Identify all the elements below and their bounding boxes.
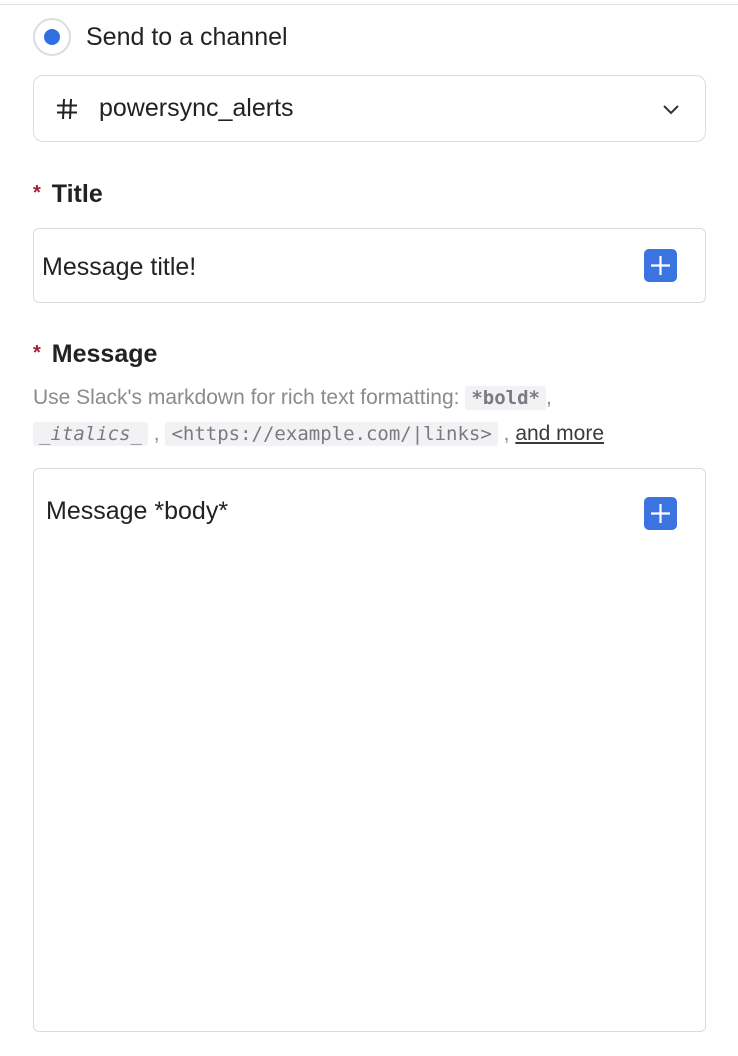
message-label: * Message <box>33 340 157 369</box>
message-label-text: Message <box>51 340 158 368</box>
hash-icon <box>57 98 77 119</box>
help-prefix: Use Slack's markdown for rich text forma… <box>33 386 460 409</box>
message-help-text: Use Slack's markdown for rich text forma… <box>33 380 713 452</box>
title-input[interactable]: Message title! <box>33 228 706 303</box>
send-to-channel-option[interactable]: Send to a channel <box>33 18 288 56</box>
help-separator: , <box>503 422 510 445</box>
title-input-value[interactable]: Message title! <box>42 253 196 282</box>
help-italics-example: _italics_ <box>33 422 148 446</box>
channel-select-value: powersync_alerts <box>99 94 294 122</box>
help-separator: , <box>545 386 552 409</box>
message-body-value[interactable]: Message *body* <box>46 497 228 526</box>
radio-label: Send to a channel <box>86 22 288 51</box>
plus-icon <box>651 504 670 523</box>
radio-selected-dot <box>44 29 60 45</box>
channel-select[interactable]: powersync_alerts <box>33 75 706 142</box>
help-separator: , <box>153 422 160 445</box>
plus-icon <box>651 256 670 275</box>
top-divider <box>0 4 738 5</box>
message-body-input[interactable]: Message *body* <box>33 468 706 1032</box>
radio-button[interactable] <box>33 18 71 56</box>
chevron-down-icon[interactable] <box>662 100 680 118</box>
title-insert-button[interactable] <box>644 249 677 282</box>
title-label-text: Title <box>51 180 103 208</box>
required-marker: * <box>33 182 41 204</box>
and-more-link[interactable]: and more <box>515 422 604 445</box>
title-label: * Title <box>33 180 103 209</box>
help-bold-example: *bold* <box>465 386 546 410</box>
required-marker: * <box>33 342 41 364</box>
message-insert-button[interactable] <box>644 497 677 530</box>
help-link-example: <https://example.com/|links> <box>165 422 498 446</box>
